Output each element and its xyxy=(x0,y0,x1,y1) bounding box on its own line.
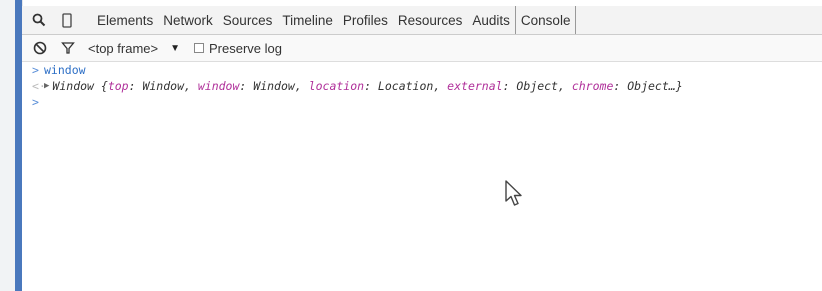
left-accent-strip xyxy=(0,0,23,291)
console-toolbar: <top frame> ▼ Preserve log xyxy=(22,35,822,62)
window-accent-bar xyxy=(15,0,22,291)
preserve-log-checkbox[interactable] xyxy=(194,43,205,53)
devtools-panel: Elements Network Sources Timeline Profil… xyxy=(22,6,822,291)
console-prompt-line[interactable]: > xyxy=(22,94,822,110)
object-key: location xyxy=(308,79,365,93)
object-value: Location xyxy=(377,79,434,93)
console-output[interactable]: > window <· ▶ Window {top: Window, windo… xyxy=(22,62,822,291)
tab-elements[interactable]: Elements xyxy=(92,6,158,34)
filter-icon[interactable] xyxy=(58,38,78,58)
tab-timeline[interactable]: Timeline xyxy=(277,6,338,34)
object-suffix: } xyxy=(675,79,683,93)
object-key: chrome xyxy=(571,79,614,93)
device-icon[interactable] xyxy=(56,9,78,31)
frame-select-label: <top frame> xyxy=(88,40,159,56)
tab-resources[interactable]: Resources xyxy=(393,6,468,34)
object-key: top xyxy=(107,79,129,93)
preserve-log-label: Preserve log xyxy=(209,40,282,56)
tab-network[interactable]: Network xyxy=(158,6,218,34)
tab-sources[interactable]: Sources xyxy=(218,6,278,34)
object-key: window xyxy=(197,79,240,93)
result-marker-icon: <· xyxy=(32,79,46,93)
dropdown-arrow-icon: ▼ xyxy=(170,42,181,54)
prompt-icon: > xyxy=(32,63,39,77)
panel-tabs: Elements Network Sources Timeline Profil… xyxy=(92,6,577,34)
object-value: Window xyxy=(142,79,184,93)
devtools-main-toolbar: Elements Network Sources Timeline Profil… xyxy=(22,6,822,35)
prompt-icon: > xyxy=(32,95,39,109)
frame-select[interactable]: <top frame> ▼ xyxy=(88,41,180,56)
clear-icon[interactable] xyxy=(30,38,50,58)
mouse-cursor-icon xyxy=(505,180,522,206)
console-result-line: <· ▶ Window {top: Window, window: Window… xyxy=(22,78,822,94)
tab-audits[interactable]: Audits xyxy=(467,6,515,34)
object-value: Window xyxy=(253,79,295,93)
expand-triangle-icon[interactable]: ▶ xyxy=(44,81,49,91)
tab-console[interactable]: Console xyxy=(514,6,577,34)
tab-profiles[interactable]: Profiles xyxy=(338,6,393,34)
object-prefix: Window { xyxy=(52,79,108,93)
object-value: Object… xyxy=(627,79,676,93)
result-object[interactable]: Window {top: Window, window: Window, loc… xyxy=(52,79,682,93)
preserve-log-toggle[interactable]: Preserve log xyxy=(194,41,282,56)
console-input-line: > window xyxy=(22,62,822,78)
object-key: external xyxy=(447,79,503,93)
object-value: Object xyxy=(516,79,558,93)
search-icon[interactable] xyxy=(28,9,50,31)
console-input-text: window xyxy=(44,63,86,77)
